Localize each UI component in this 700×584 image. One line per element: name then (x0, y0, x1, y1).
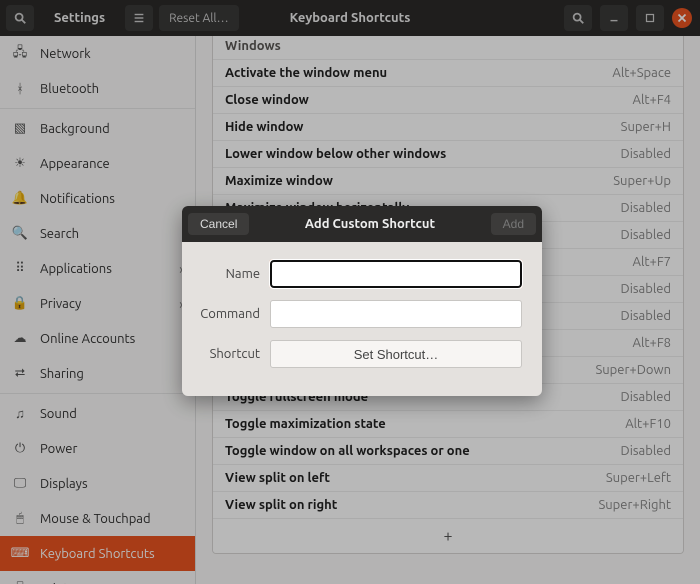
dialog-body: Name Command Shortcut Set Shortcut… (182, 242, 542, 396)
set-shortcut-button[interactable]: Set Shortcut… (270, 340, 522, 368)
cancel-button[interactable]: Cancel (188, 213, 249, 235)
add-button[interactable]: Add (491, 213, 536, 235)
name-label: Name (188, 267, 270, 281)
shortcut-label: Shortcut (188, 347, 270, 361)
dialog-title: Add Custom Shortcut (305, 217, 435, 231)
command-input[interactable] (270, 300, 522, 328)
dialog-header: Cancel Add Custom Shortcut Add (182, 206, 542, 242)
name-input[interactable] (270, 260, 522, 288)
command-label: Command (188, 307, 270, 321)
add-custom-shortcut-dialog: Cancel Add Custom Shortcut Add Name Comm… (182, 206, 542, 396)
